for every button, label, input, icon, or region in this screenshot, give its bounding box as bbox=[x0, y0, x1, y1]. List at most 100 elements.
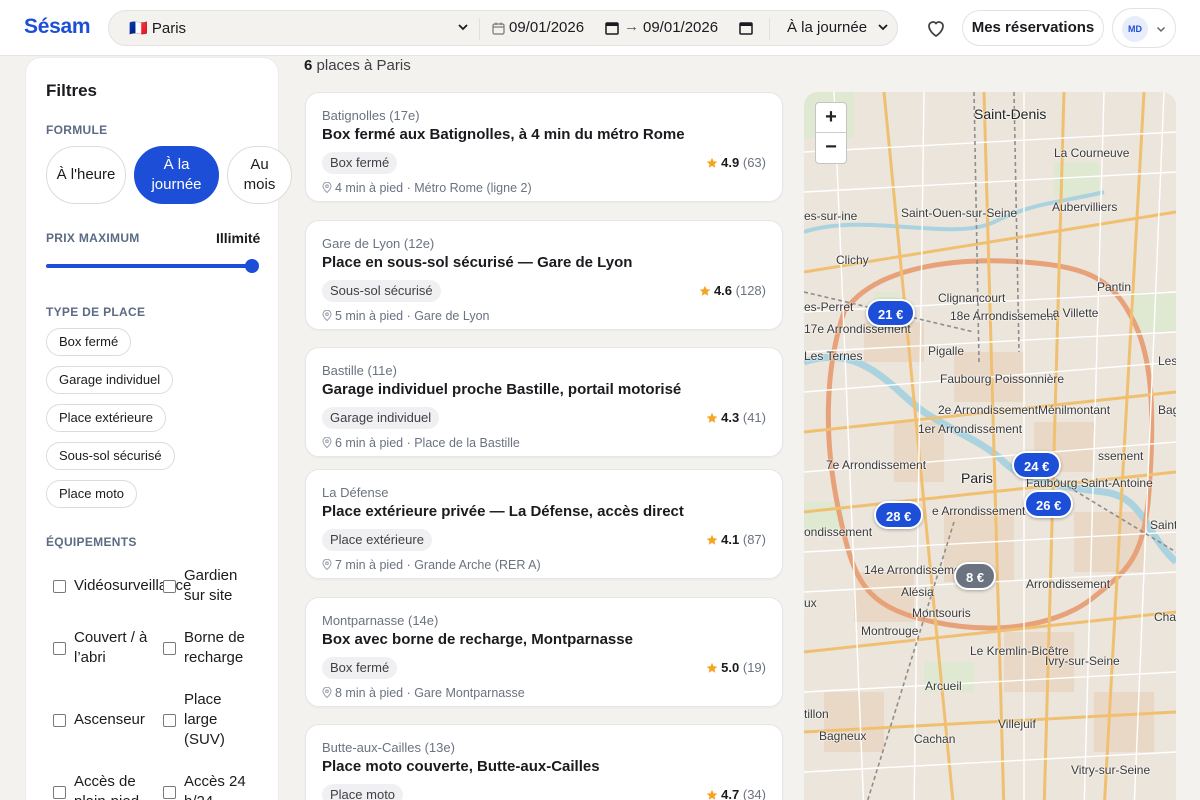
map-place-label: ssement bbox=[1098, 449, 1144, 463]
results-count-suffix: places à Paris bbox=[316, 57, 411, 74]
date-from-input[interactable]: 09/01/2026 bbox=[509, 19, 584, 36]
heart-icon[interactable] bbox=[924, 16, 948, 40]
listing-access-text: 5 min à pied · Gare de Lyon bbox=[335, 309, 490, 323]
location-pin-icon bbox=[322, 686, 332, 699]
map-place-label: La Courneuve bbox=[1054, 146, 1130, 160]
formule-option-daily[interactable]: À la journée bbox=[134, 146, 219, 204]
formule-option-monthly[interactable]: Au mois bbox=[227, 146, 292, 204]
listing-access-text: 6 min à pied · Place de la Bastille bbox=[335, 436, 520, 450]
filters-panel: Filtres FORMULE À l'heure À la journée A… bbox=[25, 57, 292, 800]
calendar-picker-icon[interactable] bbox=[739, 21, 753, 35]
listing-rating: 4.3 (41) bbox=[706, 410, 766, 425]
listing-access-text: 4 min à pied · Métro Rome (ligne 2) bbox=[335, 181, 532, 195]
map-place-label: Pigalle bbox=[928, 344, 965, 358]
map-place-label: es-Perret bbox=[804, 300, 854, 314]
listing-card[interactable]: Gare de Lyon (12e) Place en sous-sol sécu… bbox=[305, 220, 783, 330]
map[interactable]: Saint-Denis La Courneuve Saint-Ouen-sur-Se… bbox=[804, 92, 1176, 800]
max-price-slider-track[interactable] bbox=[46, 264, 258, 268]
formula-select[interactable]: À la journée bbox=[787, 19, 867, 36]
listing-title[interactable]: Box fermé aux Batignolles, à 4 min du mé… bbox=[322, 126, 685, 143]
map-place-label: Montrouge bbox=[861, 624, 919, 638]
listing-rating: 5.0 (19) bbox=[706, 660, 766, 675]
rating-value: 4.9 bbox=[721, 155, 740, 170]
map-place-label: Arcueil bbox=[925, 679, 962, 693]
location-pin-icon bbox=[322, 181, 332, 194]
zoom-in-button[interactable]: + bbox=[816, 103, 846, 133]
map-place-label: Ménilmontant bbox=[1038, 403, 1111, 417]
map-place-label: Arrondissement bbox=[1026, 577, 1111, 591]
map-place-label: 1er Arrondissement bbox=[918, 422, 1023, 436]
equipment-checkbox[interactable] bbox=[53, 580, 66, 593]
chevron-down-icon[interactable] bbox=[456, 20, 470, 34]
equipment-checkbox[interactable] bbox=[163, 714, 176, 727]
listing-area: Gare de Lyon (12e) bbox=[322, 236, 435, 251]
formule-option-label: À l'heure bbox=[56, 166, 116, 183]
formula-value: À la journée bbox=[787, 19, 868, 36]
equipment-checkbox[interactable] bbox=[163, 642, 176, 655]
type-chip-box[interactable]: Box fermé bbox=[46, 328, 132, 356]
map-place-label: 7e Arrondissement bbox=[826, 458, 927, 472]
map-price-pin[interactable]: 21 € bbox=[866, 299, 916, 327]
max-price-slider-thumb[interactable] bbox=[245, 259, 259, 273]
map-place-label: Vitry-sur-Seine bbox=[1071, 763, 1151, 777]
review-count: (63) bbox=[742, 155, 766, 170]
listing-card[interactable]: Bastille (11e) Garage individuel proche B… bbox=[305, 347, 783, 457]
map-place-label: es-sur-ine bbox=[804, 209, 858, 223]
star-icon bbox=[706, 157, 718, 168]
map-price-pin[interactable]: 8 € bbox=[954, 562, 997, 590]
results-count-number: 6 bbox=[304, 57, 313, 74]
date-arrow: → bbox=[624, 18, 639, 35]
star-icon bbox=[699, 285, 711, 296]
map-place-label: Ivry-sur-Seine bbox=[1045, 654, 1120, 668]
listing-rating: 4.7 (34) bbox=[706, 787, 766, 800]
map-place-label: Faubourg Poissonnière bbox=[940, 372, 1065, 386]
equipment-label-suv: Place large (SUV) bbox=[184, 691, 225, 748]
city-select[interactable]: 🇫🇷 Paris bbox=[129, 19, 186, 37]
date-from-value: 09/01/2026 bbox=[509, 19, 585, 36]
equipment-label-ground-floor: Accès de plain-pied bbox=[74, 773, 139, 800]
chevron-down-icon bbox=[1156, 26, 1166, 33]
app-logo[interactable]: Sésam bbox=[24, 15, 91, 39]
type-chip-moto[interactable]: Place moto bbox=[46, 480, 138, 508]
user-menu-button[interactable]: MD bbox=[1112, 8, 1176, 48]
listing-rating: 4.9 (63) bbox=[706, 155, 766, 170]
formule-option-label: Au mois bbox=[243, 156, 276, 193]
equipment-checkbox[interactable] bbox=[163, 786, 176, 799]
type-chip-underground[interactable]: Sous-sol sécurisé bbox=[46, 442, 175, 470]
formule-option-hourly[interactable]: À l'heure bbox=[46, 146, 126, 204]
listing-title[interactable]: Garage individuel proche Bastille, porta… bbox=[322, 381, 681, 398]
star-icon bbox=[706, 789, 718, 800]
type-chip-exterior[interactable]: Place extérieure bbox=[46, 404, 166, 432]
map-price-pin[interactable]: 28 € bbox=[874, 501, 924, 529]
listing-card[interactable]: Batignolles (17e) Box fermé aux Batignoll… bbox=[305, 92, 783, 202]
listing-title[interactable]: Place extérieure privée — La Défense, ac… bbox=[322, 503, 684, 520]
equipment-checkbox[interactable] bbox=[163, 580, 176, 593]
equipment-checkbox[interactable] bbox=[53, 714, 66, 727]
listing-area: Batignolles (17e) bbox=[322, 108, 420, 123]
listing-card[interactable]: La Défense Place extérieure privée — La D… bbox=[305, 469, 783, 579]
france-flag-icon: 🇫🇷 bbox=[129, 20, 148, 37]
listing-card[interactable]: Montparnasse (14e) Box avec borne de rech… bbox=[305, 597, 783, 707]
listing-card[interactable]: Butte-aux-Cailles (13e) Place moto couver… bbox=[305, 724, 783, 800]
listing-title[interactable]: Box avec borne de recharge, Montparnasse bbox=[322, 631, 633, 648]
map-place-label: Aubervilliers bbox=[1052, 200, 1118, 214]
listing-title[interactable]: Place en sous-sol sécurisé — Gare de Lyo… bbox=[322, 254, 632, 271]
map-price-pin[interactable]: 24 € bbox=[1012, 451, 1062, 479]
rating-value: 4.1 bbox=[721, 532, 740, 547]
map-price-pin[interactable]: 26 € bbox=[1024, 490, 1074, 518]
my-reservations-button[interactable]: Mes réservations bbox=[962, 10, 1104, 46]
calendar-picker-icon[interactable] bbox=[605, 21, 619, 35]
listing-type-badge: Place extérieure bbox=[322, 529, 432, 551]
listing-title[interactable]: Place moto couverte, Butte-aux-Cailles bbox=[322, 758, 600, 775]
type-chip-garage[interactable]: Garage individuel bbox=[46, 366, 174, 394]
equipment-label-elevator: Ascenseur bbox=[74, 711, 145, 728]
map-place-label: Cachan bbox=[914, 732, 956, 746]
date-to-input[interactable]: 09/01/2026 bbox=[643, 19, 718, 36]
chevron-down-icon[interactable] bbox=[876, 20, 890, 34]
equipment-checkbox[interactable] bbox=[53, 642, 66, 655]
review-count: (19) bbox=[742, 660, 766, 675]
map-place-label: Clichy bbox=[836, 253, 869, 267]
zoom-out-button[interactable]: − bbox=[816, 133, 846, 163]
equipment-label: ÉQUIPEMENTS bbox=[46, 535, 137, 549]
equipment-checkbox[interactable] bbox=[53, 786, 66, 799]
